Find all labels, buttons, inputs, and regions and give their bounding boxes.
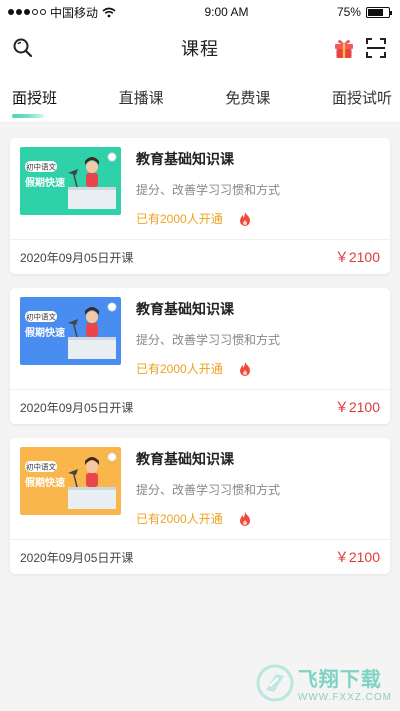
- battery-fill: [367, 8, 383, 16]
- watermark-logo-icon: [256, 664, 294, 702]
- course-title: 教育基础知识课: [136, 151, 234, 167]
- enrolled-count: 已有2000人开通: [136, 212, 223, 226]
- card-info: 教育基础知识课 提分、改善学习习惯和方式 已有2000人开通: [136, 297, 380, 377]
- course-thumbnail: 初中语文 假期快速: [20, 297, 121, 365]
- card-info: 教育基础知识课 提分、改善学习习惯和方式 已有2000人开通: [136, 147, 380, 227]
- thumbnail-text: 假期快速: [25, 326, 65, 339]
- card-bottom: 2020年09月05日开课 ￥2100: [10, 540, 390, 574]
- course-description: 提分、改善学习习惯和方式: [136, 183, 281, 197]
- tab-live[interactable]: 直播课: [119, 79, 164, 116]
- tab-label: 面授试听: [331, 89, 392, 107]
- course-thumbnail: 初中语文 假期快速: [20, 147, 121, 215]
- course-title: 教育基础知识课: [136, 301, 234, 317]
- fire-icon: [239, 361, 250, 376]
- course-card[interactable]: 初中语文 假期快速 教育基础知识课 提分、改善学习习惯和方式 已有2000人开通 …: [10, 288, 390, 424]
- course-price: ￥2100: [334, 399, 380, 415]
- card-top: 初中语文假期快速 教育基础知识课 提分、改善学习习惯和方式 已有2000人开通: [10, 438, 390, 540]
- card-top: 初中语文假期快速 教育基础知识课 提分、改善学习习惯和方式 已有2000人开通: [10, 138, 390, 240]
- carrier-label: 中国移动: [50, 5, 99, 20]
- watermark: 飞翔下载 WWW.FXXZ.COM: [256, 663, 392, 703]
- enrolled-row: 已有2000人开通: [136, 510, 380, 527]
- course-price: ￥2100: [334, 549, 380, 565]
- enrolled-count: 已有2000人开通: [136, 512, 223, 526]
- course-thumbnail: 初中语文 假期快速: [20, 447, 121, 515]
- tab-trial[interactable]: 面授试听: [332, 79, 392, 116]
- watermark-name: 飞翔下载: [297, 669, 382, 691]
- watermark-text: 飞翔下载 WWW.FXXZ.COM: [298, 663, 392, 703]
- card-bottom: 2020年09月05日开课 ￥2100: [10, 390, 390, 424]
- thumbnail-tag: 初中语文: [26, 462, 56, 472]
- course-card[interactable]: 初中语文 假期快速 教育基础知识课 提分、改善学习习惯和方式 已有2000人开通 …: [10, 438, 390, 574]
- header: 课程: [0, 24, 400, 72]
- card-info: 教育基础知识课 提分、改善学习习惯和方式 已有2000人开通: [136, 447, 380, 527]
- enrolled-row: 已有2000人开通: [136, 210, 380, 227]
- course-start-date: 2020年09月05日开课: [20, 400, 134, 415]
- thumbnail-tag: 初中语文: [26, 162, 56, 172]
- status-bar: 中国移动 9:00 AM 75%: [0, 0, 400, 24]
- tab-label: 免费课: [225, 89, 271, 107]
- fire-icon: [239, 211, 250, 226]
- thumbnail-text: 假期快速: [25, 176, 65, 189]
- card-bottom: 2020年09月05日开课 ￥2100: [10, 240, 390, 274]
- status-time: 9:00 AM: [204, 5, 249, 19]
- course-list: 初中语文 假期快速 教育基础知识课 提分、改善学习习惯和方式 已有2000人开通 …: [0, 123, 400, 574]
- tab-bar: 面授班 直播课 免费课 面授试听: [0, 72, 400, 123]
- course-title: 教育基础知识课: [136, 451, 234, 467]
- tab-label: 面授班: [12, 89, 58, 107]
- card-top: 初中语文假期快速 教育基础知识课 提分、改善学习习惯和方式 已有2000人开通: [10, 288, 390, 390]
- page-title: 课程: [181, 39, 219, 59]
- wifi-icon: [102, 7, 116, 17]
- course-start-date: 2020年09月05日开课: [20, 550, 134, 565]
- fire-icon: [239, 511, 250, 526]
- status-right: 75%: [336, 5, 392, 19]
- signal-icon: [8, 9, 46, 15]
- course-price: ￥2100: [334, 249, 380, 265]
- tab-free[interactable]: 免费课: [225, 79, 270, 116]
- watermark-url: WWW.FXXZ.COM: [297, 692, 392, 703]
- tab-active-indicator: [12, 113, 44, 118]
- course-description: 提分、改善学习习惯和方式: [136, 333, 281, 347]
- thumbnail-tag: 初中语文: [26, 312, 56, 322]
- battery-icon: [365, 6, 392, 18]
- course-card[interactable]: 初中语文 假期快速 教育基础知识课 提分、改善学习习惯和方式 已有2000人开通 …: [10, 138, 390, 274]
- tab-face-to-face[interactable]: 面授班: [12, 79, 58, 118]
- enrolled-count: 已有2000人开通: [136, 362, 223, 376]
- status-left: 中国移动: [8, 4, 116, 21]
- scan-icon[interactable]: [364, 36, 388, 60]
- battery-percent: 75%: [336, 5, 361, 19]
- tab-label: 直播课: [118, 89, 164, 107]
- enrolled-row: 已有2000人开通: [136, 360, 380, 377]
- course-description: 提分、改善学习习惯和方式: [136, 483, 281, 497]
- course-start-date: 2020年09月05日开课: [20, 250, 134, 265]
- search-icon[interactable]: [11, 36, 35, 60]
- thumbnail-text: 假期快速: [25, 476, 65, 489]
- gift-icon[interactable]: [332, 36, 356, 60]
